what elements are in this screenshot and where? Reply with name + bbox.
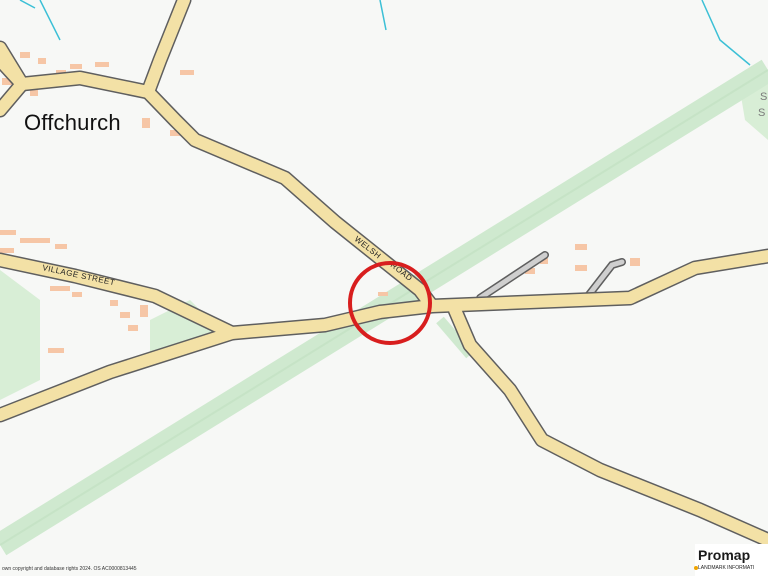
- map-graphics: WELSH ROAD VILLAGE STREET S S: [0, 0, 768, 556]
- green-patch: [0, 270, 40, 400]
- map-canvas[interactable]: WELSH ROAD VILLAGE STREET S S Offchurch …: [0, 0, 768, 576]
- stream: [19, 0, 36, 9]
- promap-logo: Promap LANDMARK INFORMATI: [694, 544, 768, 576]
- partial-label: S: [758, 107, 765, 119]
- place-label-offchurch: Offchurch: [24, 110, 121, 135]
- stream: [39, 0, 61, 41]
- brand-tagline: LANDMARK INFORMATI: [698, 565, 755, 571]
- partial-label: S: [760, 91, 767, 103]
- copyright-notice: own copyright and database rights 2024. …: [2, 566, 137, 572]
- lane: [477, 252, 548, 301]
- stream: [701, 0, 751, 66]
- brand-name: Promap: [698, 547, 751, 563]
- stream: [379, 0, 387, 31]
